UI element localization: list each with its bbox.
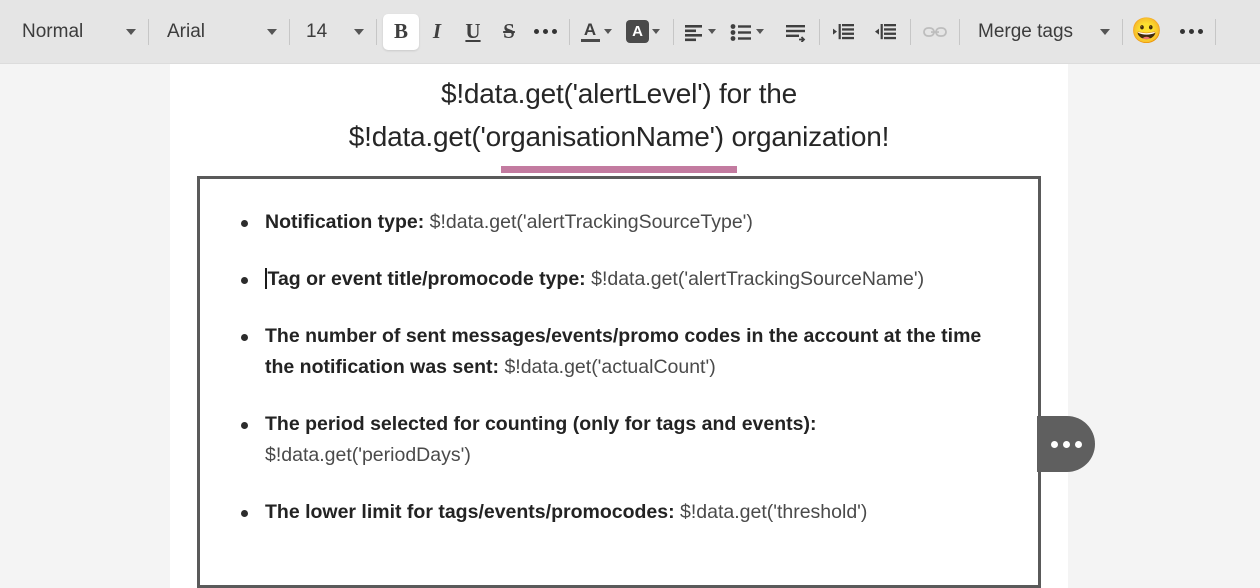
editor-toolbar: Normal Arial 14 B I U S A A Merge tags 😀: [0, 0, 1260, 64]
line-height-icon: [785, 24, 805, 42]
list-item[interactable]: The lower limit for tags/events/promocod…: [234, 497, 1004, 528]
ellipsis-icon: [533, 29, 557, 34]
underline-icon: U: [465, 19, 481, 43]
chevron-down-icon: [267, 28, 277, 35]
chevron-down-icon: [756, 29, 764, 34]
more-options-button[interactable]: [1173, 14, 1209, 50]
font-family-label: Arial: [167, 20, 206, 42]
accent-divider: [501, 166, 737, 173]
list-item-value: $!data.get('actualCount'): [499, 356, 716, 378]
page-title-line-2: $!data.get('organisationName') organizat…: [348, 121, 890, 152]
paragraph-style-dropdown[interactable]: Normal: [10, 12, 142, 52]
emoji-icon: 😀: [1131, 17, 1163, 45]
page-title-line-1: $!data.get('alertLevel') for the: [440, 78, 798, 109]
ellipsis-icon: [1179, 29, 1203, 34]
list-item-value: $!data.get('periodDays'): [265, 444, 471, 466]
toolbar-separator: [569, 18, 570, 45]
chevron-down-icon: [652, 29, 660, 34]
list-item[interactable]: Notification type: $!data.get('alertTrac…: [234, 207, 1004, 238]
indent-increase-icon: [875, 23, 896, 39]
bulleted-list-icon: [730, 23, 751, 41]
text-color-letter: A: [583, 19, 597, 39]
highlight-color-button[interactable]: A: [623, 14, 663, 50]
text-color-button[interactable]: A: [576, 14, 615, 50]
list-item[interactable]: Tag or event title/promocode type: $!dat…: [234, 264, 1004, 295]
strikethrough-icon: S: [503, 19, 515, 43]
highlight-color-letter: A: [632, 23, 643, 40]
strikethrough-button[interactable]: S: [491, 14, 527, 50]
italic-icon: I: [432, 19, 442, 43]
more-text-format-button[interactable]: [527, 14, 563, 50]
paragraph-style-label: Normal: [22, 20, 84, 42]
document-scroll-area[interactable]: $!data.get('alertLevel') for the $!data.…: [0, 64, 1260, 588]
bold-icon: B: [393, 19, 408, 43]
line-height-button[interactable]: [777, 14, 813, 50]
font-size-label: 14: [306, 20, 328, 42]
highlight-color-icon: A: [626, 20, 649, 43]
text-color-icon: A: [579, 19, 601, 42]
bullet-list-button[interactable]: [727, 14, 767, 50]
align-left-icon: [685, 24, 702, 41]
toolbar-separator: [673, 18, 674, 45]
ellipsis-icon: [1050, 440, 1082, 448]
merge-tags-label: Merge tags: [978, 20, 1074, 42]
indent-decrease-icon: [833, 23, 854, 39]
toolbar-separator: [959, 18, 960, 45]
list-item-label: The lower limit for tags/events/promocod…: [265, 501, 675, 523]
text-caret: [265, 268, 267, 289]
italic-button[interactable]: I: [419, 14, 455, 50]
toolbar-separator: [376, 18, 377, 45]
merge-tags-dropdown[interactable]: Merge tags: [966, 12, 1116, 52]
chevron-down-icon: [708, 29, 716, 34]
chevron-down-icon: [354, 28, 364, 35]
chevron-down-icon: [1100, 28, 1110, 35]
indent-increase-button[interactable]: [868, 14, 904, 50]
document-page[interactable]: $!data.get('alertLevel') for the $!data.…: [170, 64, 1068, 588]
toolbar-separator: [148, 18, 149, 45]
content-box[interactable]: Notification type: $!data.get('alertTrac…: [197, 176, 1041, 588]
list-item[interactable]: The period selected for counting (only f…: [234, 409, 1004, 471]
indent-decrease-button[interactable]: [826, 14, 862, 50]
toolbar-separator: [1122, 18, 1123, 45]
toolbar-separator: [289, 18, 290, 45]
link-button[interactable]: [917, 14, 953, 50]
font-size-dropdown[interactable]: 14: [296, 12, 370, 52]
block-options-tab[interactable]: [1037, 416, 1095, 472]
list-item-label: Tag or event title/promocode type:: [267, 268, 586, 290]
list-item-value: $!data.get('threshold'): [674, 501, 868, 523]
list-item-value: $!data.get('alertTrackingSourceType'): [424, 211, 753, 233]
text-color-bar: [580, 38, 600, 42]
font-family-dropdown[interactable]: Arial: [155, 12, 283, 52]
bold-button[interactable]: B: [383, 13, 419, 50]
underline-button[interactable]: U: [455, 14, 491, 50]
toolbar-separator: [910, 18, 911, 45]
chevron-down-icon: [126, 28, 136, 35]
emoji-button[interactable]: 😀: [1129, 14, 1165, 50]
list-item-value: $!data.get('alertTrackingSourceName'): [585, 268, 925, 290]
toolbar-separator: [819, 18, 820, 45]
chevron-down-icon: [604, 29, 612, 34]
list-item-label: Notification type:: [265, 211, 425, 233]
link-icon: [923, 26, 947, 37]
toolbar-separator: [1215, 18, 1216, 45]
page-title[interactable]: $!data.get('alertLevel') for the $!data.…: [170, 64, 1068, 158]
list-item-label: The period selected for counting (only f…: [265, 413, 817, 435]
bullet-list: Notification type: $!data.get('alertTrac…: [234, 207, 1004, 528]
list-item[interactable]: The number of sent messages/events/promo…: [234, 321, 1004, 383]
align-button[interactable]: [680, 14, 719, 50]
